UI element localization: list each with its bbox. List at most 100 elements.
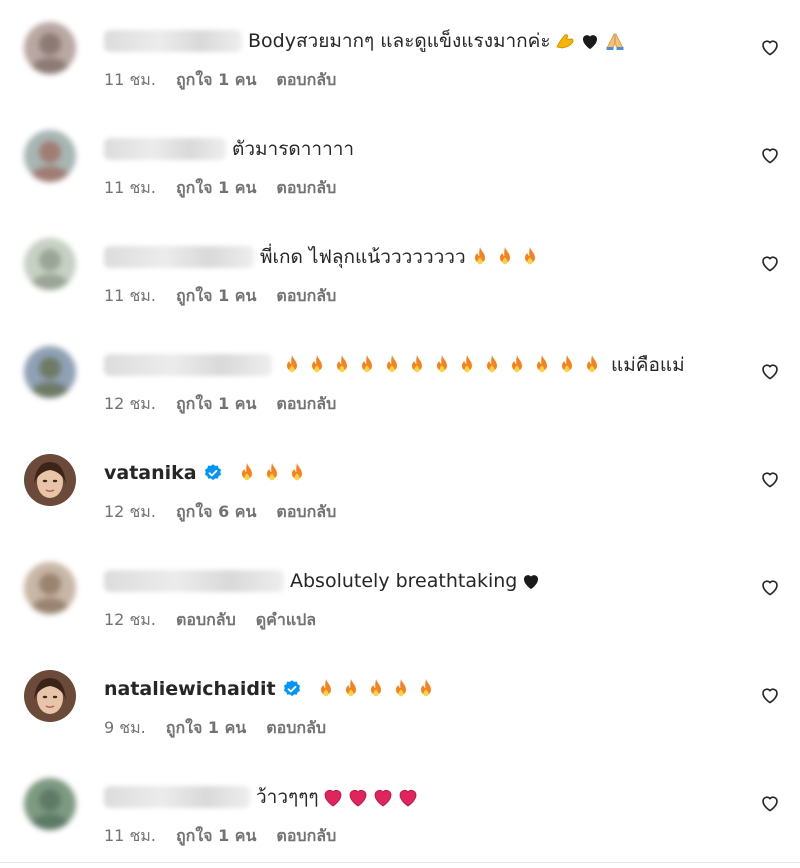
fire-emoji	[468, 245, 492, 269]
fire-emoji	[555, 353, 579, 377]
avatar[interactable]	[24, 670, 76, 722]
fire-emoji	[380, 353, 404, 377]
comment-meta: 12 ชม. ตอบกลับ ดูคำแปล	[104, 608, 316, 633]
emoji-group	[553, 29, 628, 53]
avatar[interactable]	[24, 778, 76, 830]
comment-line: nataliewichaidit	[104, 672, 439, 706]
reply-button[interactable]: ตอบกลับ	[276, 68, 336, 93]
muscle-emoji	[553, 29, 577, 53]
comment-line: พี่เกด ไฟลุกแน้วววววววว	[104, 240, 543, 274]
timestamp[interactable]: 12 ชม.	[104, 392, 156, 417]
likes-count[interactable]: ถูกใจ 1 คน	[176, 284, 256, 309]
fire-emoji	[530, 353, 554, 377]
fire-emoji	[235, 461, 259, 485]
like-heart-icon[interactable]	[759, 792, 781, 814]
like-heart-icon[interactable]	[759, 468, 781, 490]
fire-emoji	[285, 461, 309, 485]
comment-row: Bodyสวยมากๆ และดูแข็งแรงมากค่ะ 11 ชม. ถูกใ…	[0, 0, 800, 108]
comment-list: Bodyสวยมากๆ และดูแข็งแรงมากค่ะ 11 ชม. ถูกใ…	[0, 0, 800, 868]
fire-emoji	[305, 353, 329, 377]
fire-emoji	[480, 353, 504, 377]
avatar[interactable]	[24, 454, 76, 506]
timestamp[interactable]: 12 ชม.	[104, 608, 156, 633]
reply-button[interactable]: ตอบกลับ	[276, 392, 336, 417]
comment-meta: 11 ชม. ถูกใจ 1 คน ตอบกลับ	[104, 284, 336, 309]
comment-meta: 12 ชม. ถูกใจ 1 คน ตอบกลับ	[104, 392, 336, 417]
red-heart-emoji	[321, 785, 345, 809]
see-translation-button[interactable]: ดูคำแปล	[256, 608, 316, 633]
black-heart-emoji	[519, 569, 543, 593]
comment-line: ว้าวๆๆๆ	[104, 780, 421, 814]
divider	[0, 862, 800, 863]
comment-line: แม่คือแม่	[104, 348, 685, 382]
fire-emoji	[260, 461, 284, 485]
username-redacted[interactable]	[104, 570, 284, 592]
likes-count[interactable]: ถูกใจ 6 คน	[176, 500, 256, 525]
avatar[interactable]	[24, 130, 76, 182]
comment-row: แม่คือแม่ 12 ชม. ถูกใจ 1 คน ตอบกลับ	[0, 324, 800, 432]
avatar[interactable]	[24, 22, 76, 74]
username[interactable]: nataliewichaidit	[104, 678, 276, 700]
likes-count[interactable]: ถูกใจ 1 คน	[166, 716, 246, 741]
pray-emoji	[603, 29, 627, 53]
like-heart-icon[interactable]	[759, 144, 781, 166]
reply-button[interactable]: ตอบกลับ	[266, 716, 326, 741]
likes-count[interactable]: ถูกใจ 1 คน	[176, 392, 256, 417]
like-heart-icon[interactable]	[759, 360, 781, 382]
reply-button[interactable]: ตอบกลับ	[276, 824, 336, 849]
like-heart-icon[interactable]	[759, 684, 781, 706]
comment-meta: 11 ชม. ถูกใจ 1 คน ตอบกลับ	[104, 68, 336, 93]
username-redacted[interactable]	[104, 138, 226, 160]
fire-emoji	[414, 677, 438, 701]
fire-emoji	[430, 353, 454, 377]
fire-emoji	[580, 353, 604, 377]
fire-emoji	[364, 677, 388, 701]
comment-line: Absolutely breathtaking	[104, 564, 544, 598]
emoji-group	[280, 353, 605, 377]
comment-meta: 11 ชม. ถูกใจ 1 คน ตอบกลับ	[104, 176, 336, 201]
verified-badge-icon	[282, 679, 302, 699]
timestamp[interactable]: 9 ชม.	[104, 716, 146, 741]
comment-line: vatanika	[104, 456, 310, 490]
username[interactable]: vatanika	[104, 462, 197, 484]
comment-text-suffix: แม่คือแม่	[611, 354, 685, 376]
reply-button[interactable]: ตอบกลับ	[276, 284, 336, 309]
comment-row: nataliewichaidit 9 ชม. ถูกใจ 1 คน ตอบกลับ	[0, 648, 800, 756]
comment-line: ตัวมารดาาาาา	[104, 132, 354, 166]
like-heart-icon[interactable]	[759, 252, 781, 274]
timestamp[interactable]: 11 ชม.	[104, 284, 156, 309]
like-heart-icon[interactable]	[759, 36, 781, 58]
fire-emoji	[455, 353, 479, 377]
comment-text: Absolutely breathtaking	[290, 570, 518, 592]
username-redacted[interactable]	[104, 30, 242, 52]
reply-button[interactable]: ตอบกลับ	[276, 176, 336, 201]
fire-emoji	[405, 353, 429, 377]
timestamp[interactable]: 11 ชม.	[104, 68, 156, 93]
emoji-group	[321, 785, 421, 809]
timestamp[interactable]: 12 ชม.	[104, 500, 156, 525]
emoji-group	[519, 569, 544, 593]
likes-count[interactable]: ถูกใจ 1 คน	[176, 68, 256, 93]
reply-button[interactable]: ตอบกลับ	[276, 500, 336, 525]
reply-button[interactable]: ตอบกลับ	[176, 608, 236, 633]
comment-meta: 9 ชม. ถูกใจ 1 คน ตอบกลับ	[104, 716, 326, 741]
black-heart-emoji	[578, 29, 602, 53]
comment-text: ว้าวๆๆๆ	[256, 786, 319, 808]
comment-text: ตัวมารดาาาาา	[232, 138, 355, 160]
red-heart-emoji	[396, 785, 420, 809]
fire-emoji	[355, 353, 379, 377]
username-redacted[interactable]	[104, 354, 272, 376]
avatar[interactable]	[24, 562, 76, 614]
timestamp[interactable]: 11 ชม.	[104, 176, 156, 201]
avatar[interactable]	[24, 346, 76, 398]
red-heart-emoji	[371, 785, 395, 809]
fire-emoji	[505, 353, 529, 377]
likes-count[interactable]: ถูกใจ 1 คน	[176, 176, 256, 201]
username-redacted[interactable]	[104, 786, 250, 808]
fire-emoji	[339, 677, 363, 701]
like-heart-icon[interactable]	[759, 576, 781, 598]
username-redacted[interactable]	[104, 246, 254, 268]
timestamp[interactable]: 11 ชม.	[104, 824, 156, 849]
avatar[interactable]	[24, 238, 76, 290]
likes-count[interactable]: ถูกใจ 1 คน	[176, 824, 256, 849]
